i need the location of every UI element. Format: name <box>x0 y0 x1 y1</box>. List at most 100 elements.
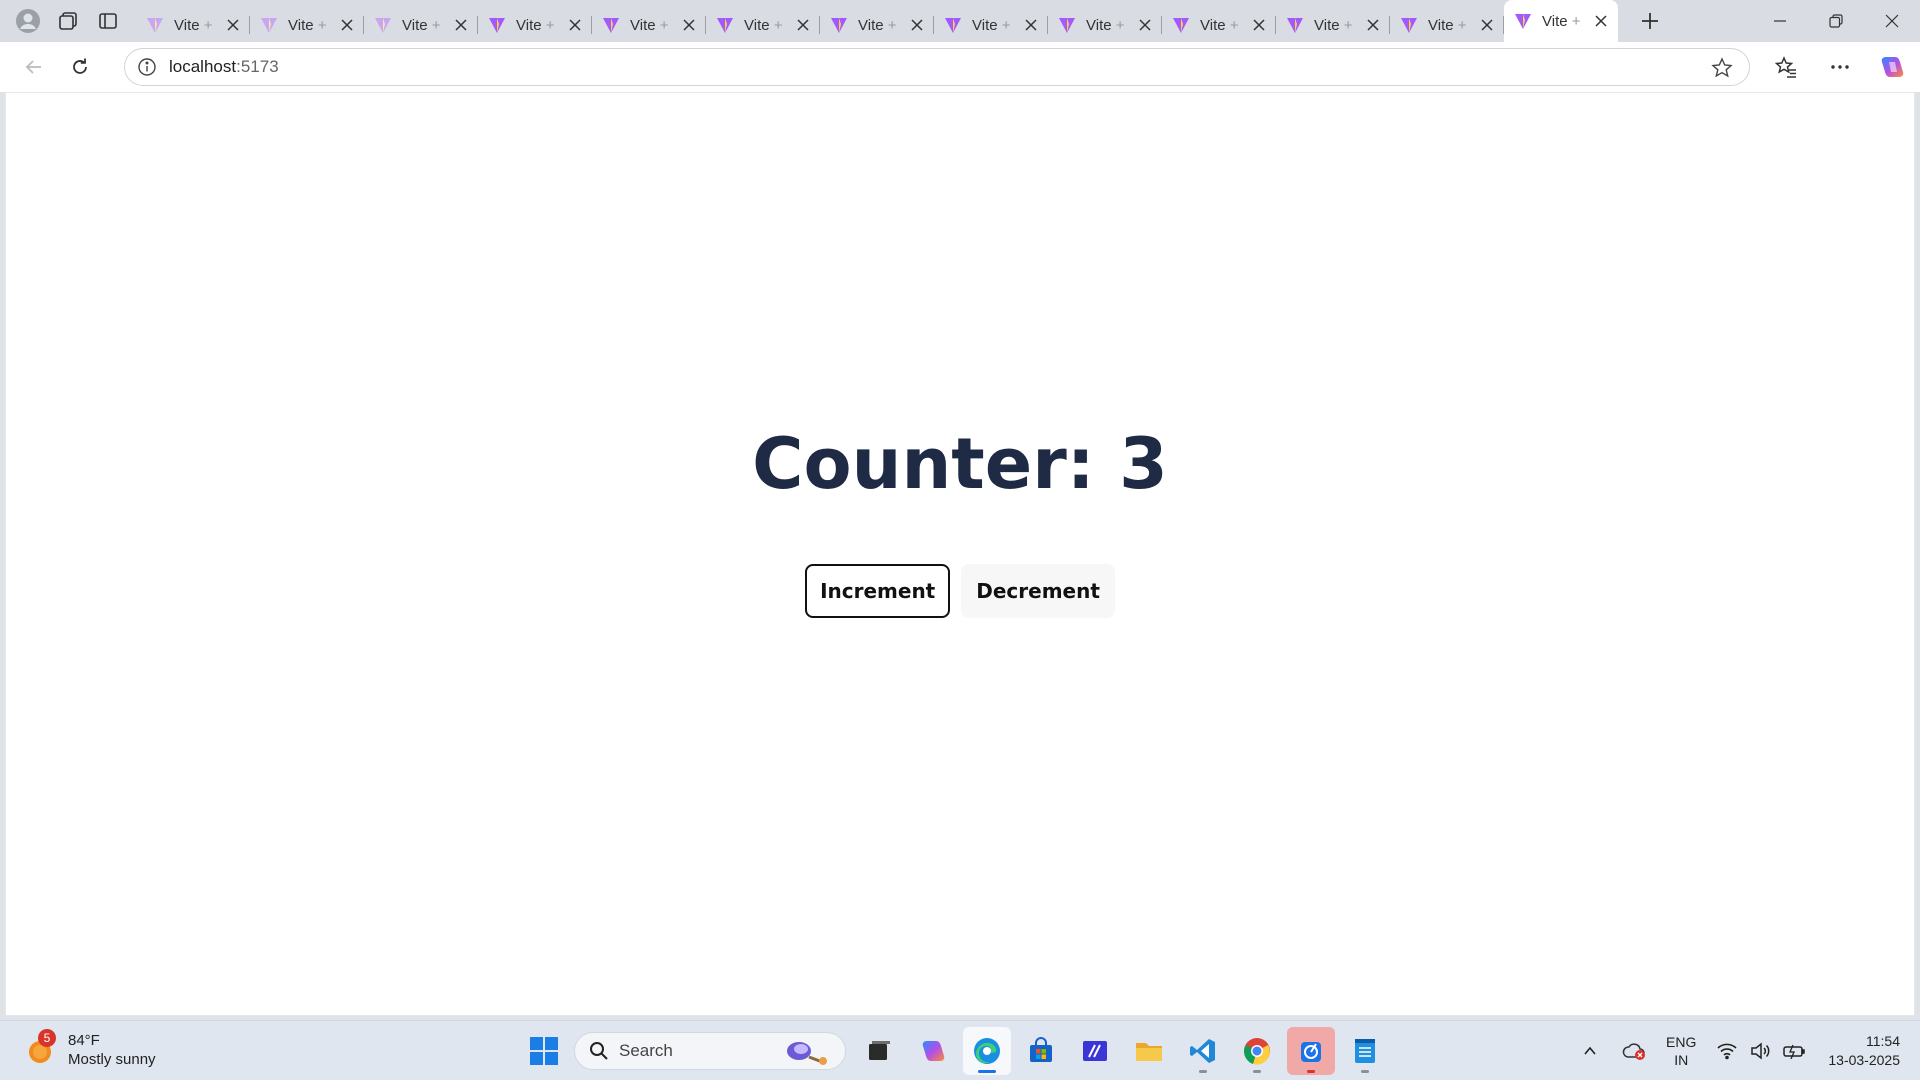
tab-title: Vite + <box>1086 17 1136 34</box>
close-tab-icon[interactable] <box>452 16 470 34</box>
tab-title-main: Vite <box>1314 16 1340 34</box>
browser-tab[interactable]: Vite + <box>934 8 1048 42</box>
tab-title-main: Vite <box>858 16 884 34</box>
vite-favicon-icon <box>945 18 961 33</box>
address-bar[interactable]: localhost:5173 <box>124 48 1750 86</box>
back-button[interactable] <box>12 45 56 89</box>
tab-title-fade: + <box>1453 16 1467 34</box>
browser-tab[interactable]: Vite + <box>364 8 478 42</box>
vite-favicon-icon <box>1059 18 1075 33</box>
show-hidden-icons-chevron-icon[interactable] <box>1582 1043 1598 1059</box>
increment-button[interactable]: Increment <box>805 564 951 618</box>
task-view-icon[interactable] <box>855 1027 903 1075</box>
file-explorer-icon[interactable] <box>1125 1027 1173 1075</box>
weather-description: Mostly sunny <box>68 1051 156 1068</box>
url-text: localhost:5173 <box>169 57 279 77</box>
vite-favicon-icon <box>1173 18 1189 33</box>
close-tab-icon[interactable] <box>566 16 584 34</box>
browser-tab[interactable]: Vite + <box>1276 8 1390 42</box>
tab-title-fade: + <box>427 16 441 34</box>
desktop-screen: Vite + Vite + Vite + Vite + Vite + Vite + Vite… <box>0 0 1920 1080</box>
new-tab-button[interactable] <box>1630 0 1670 42</box>
search-placeholder: Search <box>619 1041 673 1060</box>
notepad-icon[interactable] <box>1341 1027 1389 1075</box>
close-tab-icon[interactable] <box>224 16 242 34</box>
tab-title-fade: + <box>997 16 1011 34</box>
chrome-icon[interactable] <box>1233 1027 1281 1075</box>
restore-button[interactable] <box>1808 0 1864 42</box>
browser-tab[interactable]: Vite + <box>706 8 820 42</box>
taskbar-search-box[interactable]: Search <box>574 1032 846 1070</box>
search-icon <box>590 1042 608 1060</box>
clock[interactable]: 11:54 13-03-2025 <box>1828 1032 1900 1070</box>
browser-tab[interactable]: Vite + <box>1504 0 1618 42</box>
close-tab-icon[interactable] <box>794 16 812 34</box>
browser-tab[interactable]: Vite + <box>820 8 934 42</box>
tab-title-fade: + <box>1225 16 1239 34</box>
browser-tab[interactable]: Vite + <box>1162 8 1276 42</box>
minimize-button[interactable] <box>1752 0 1808 42</box>
tab-title-main: Vite <box>402 16 428 34</box>
tab-title-fade: + <box>313 16 327 34</box>
close-tab-icon[interactable] <box>338 16 356 34</box>
running-indicator <box>978 1070 996 1073</box>
battery-icon[interactable] <box>1782 1043 1806 1059</box>
site-info-icon[interactable] <box>125 57 169 77</box>
tab-title: Vite + <box>1200 17 1250 34</box>
window-controls <box>1752 0 1920 42</box>
vite-favicon-icon <box>603 18 619 33</box>
tab-title-main: Vite <box>174 16 200 34</box>
close-tab-icon[interactable] <box>680 16 698 34</box>
browser-tab[interactable]: Vite + <box>592 8 706 42</box>
close-tab-icon[interactable] <box>1364 16 1382 34</box>
workspaces-icon[interactable] <box>48 0 88 42</box>
windows-start-icon[interactable] <box>520 1027 568 1075</box>
tab-title: Vite + <box>402 17 452 34</box>
vite-favicon-icon <box>147 18 163 33</box>
onedrive-error-icon[interactable] <box>1622 1041 1646 1061</box>
dev-app-icon[interactable] <box>1071 1027 1119 1075</box>
close-tab-icon[interactable] <box>1250 16 1268 34</box>
snipping-tool-icon[interactable] <box>1287 1027 1335 1075</box>
decrement-button[interactable]: Decrement <box>961 564 1115 618</box>
tab-title: Vite + <box>516 17 566 34</box>
browser-tab[interactable]: Vite + <box>250 8 364 42</box>
close-tab-icon[interactable] <box>1592 12 1610 30</box>
vscode-icon[interactable] <box>1179 1027 1227 1075</box>
edge-browser-icon[interactable] <box>963 1027 1011 1075</box>
tab-title-fade: + <box>883 16 897 34</box>
search-highlight-icon <box>787 1042 827 1065</box>
vertical-tabs-icon[interactable] <box>88 0 128 42</box>
language-indicator[interactable]: ENG IN <box>1666 1033 1696 1069</box>
favorite-star-icon[interactable] <box>1711 57 1733 84</box>
refresh-button[interactable] <box>58 45 102 89</box>
browser-tab[interactable]: Vite + <box>1048 8 1162 42</box>
volume-icon[interactable] <box>1750 1042 1770 1060</box>
favorites-icon[interactable] <box>1764 45 1808 89</box>
wifi-icon[interactable] <box>1716 1042 1738 1060</box>
browser-tab[interactable]: Vite + <box>136 8 250 42</box>
tab-title-main: Vite <box>972 16 998 34</box>
microsoft-store-icon[interactable] <box>1017 1027 1065 1075</box>
close-window-button[interactable] <box>1864 0 1920 42</box>
close-tab-icon[interactable] <box>1136 16 1154 34</box>
copilot-app-icon[interactable] <box>909 1027 957 1075</box>
tab-title: Vite + <box>288 17 338 34</box>
profile-icon[interactable] <box>8 0 48 42</box>
browser-tab[interactable]: Vite + <box>478 8 592 42</box>
vite-favicon-icon <box>489 18 505 33</box>
more-menu-icon[interactable] <box>1818 45 1862 89</box>
close-tab-icon[interactable] <box>1022 16 1040 34</box>
vite-favicon-icon <box>375 18 391 33</box>
browser-tab[interactable]: Vite + <box>1390 8 1504 42</box>
weather-widget[interactable]: 5 84°F Mostly sunny <box>24 1029 156 1069</box>
tab-title-fade: + <box>1339 16 1353 34</box>
tab-title: Vite + <box>1542 13 1592 30</box>
browser-toolbar: localhost:5173 <box>0 42 1920 92</box>
close-tab-icon[interactable] <box>1478 16 1496 34</box>
weather-temperature: 84°F <box>68 1032 100 1049</box>
close-tab-icon[interactable] <box>908 16 926 34</box>
tab-title-main: Vite <box>1200 16 1226 34</box>
tab-title-main: Vite <box>630 16 656 34</box>
copilot-icon[interactable] <box>1870 45 1914 89</box>
